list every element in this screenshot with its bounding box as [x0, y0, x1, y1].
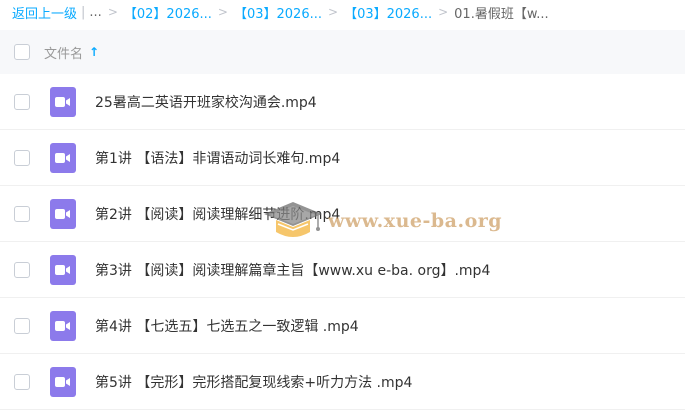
- row-checkbox[interactable]: [14, 261, 30, 278]
- breadcrumb-current: 01.暑假班【w...: [454, 6, 549, 22]
- column-filename[interactable]: 文件名 ↑: [44, 43, 99, 62]
- chevron-right-icon: >: [217, 5, 228, 19]
- list-item[interactable]: 第1讲 【语法】非谓语动词长难句.mp4: [0, 130, 685, 186]
- file-name[interactable]: 25暑高二英语开班家校沟通会.mp4: [95, 92, 317, 112]
- breadcrumb-divider: |: [81, 4, 86, 20]
- video-file-icon: [50, 198, 76, 229]
- breadcrumb: 返回上一级 | ... > 【02】2026... > 【03】2026... …: [0, 0, 685, 24]
- file-list: 25暑高二英语开班家校沟通会.mp4 第1讲 【语法】非谓语动词长难句.mp4 …: [0, 74, 685, 410]
- breadcrumb-ellipsis[interactable]: ...: [89, 5, 101, 20]
- chevron-right-icon: >: [107, 5, 118, 19]
- list-header: 文件名 ↑: [0, 30, 685, 74]
- video-file-icon: [50, 86, 76, 117]
- breadcrumb-item[interactable]: 【03】2026...: [234, 3, 322, 22]
- chevron-right-icon: >: [438, 5, 449, 19]
- file-name[interactable]: 第2讲 【阅读】阅读理解细节进阶.mp4: [95, 204, 340, 224]
- list-item[interactable]: 第3讲 【阅读】阅读理解篇章主旨【www.xu e-ba. org】.mp4: [0, 242, 685, 298]
- breadcrumb-item[interactable]: 【02】2026...: [124, 3, 212, 22]
- video-file-icon: [50, 310, 76, 341]
- breadcrumb-item[interactable]: 【03】2026...: [344, 3, 432, 22]
- chevron-right-icon: >: [328, 5, 339, 19]
- list-item[interactable]: 第2讲 【阅读】阅读理解细节进阶.mp4: [0, 186, 685, 242]
- sort-ascending-icon[interactable]: ↑: [89, 45, 99, 59]
- row-checkbox[interactable]: [14, 93, 30, 110]
- video-file-icon: [50, 142, 76, 173]
- list-item[interactable]: 25暑高二英语开班家校沟通会.mp4: [0, 74, 685, 130]
- row-checkbox[interactable]: [14, 149, 30, 166]
- row-checkbox[interactable]: [14, 205, 30, 222]
- file-name[interactable]: 第4讲 【七选五】七选五之一致逻辑 .mp4: [95, 316, 359, 336]
- row-checkbox[interactable]: [14, 317, 30, 334]
- list-item[interactable]: 第5讲 【完形】完形搭配复现线索+听力方法 .mp4: [0, 354, 685, 410]
- video-file-icon: [50, 254, 76, 285]
- file-name[interactable]: 第5讲 【完形】完形搭配复现线索+听力方法 .mp4: [95, 372, 412, 392]
- video-file-icon: [50, 366, 76, 397]
- select-all-checkbox[interactable]: [14, 44, 30, 60]
- file-name[interactable]: 第1讲 【语法】非谓语动词长难句.mp4: [95, 148, 340, 168]
- list-item[interactable]: 第4讲 【七选五】七选五之一致逻辑 .mp4: [0, 298, 685, 354]
- back-link[interactable]: 返回上一级: [12, 3, 77, 22]
- file-name[interactable]: 第3讲 【阅读】阅读理解篇章主旨【www.xu e-ba. org】.mp4: [95, 260, 490, 280]
- column-filename-label: 文件名: [44, 46, 84, 62]
- file-browser: 返回上一级 | ... > 【02】2026... > 【03】2026... …: [0, 0, 685, 417]
- row-checkbox[interactable]: [14, 373, 30, 390]
